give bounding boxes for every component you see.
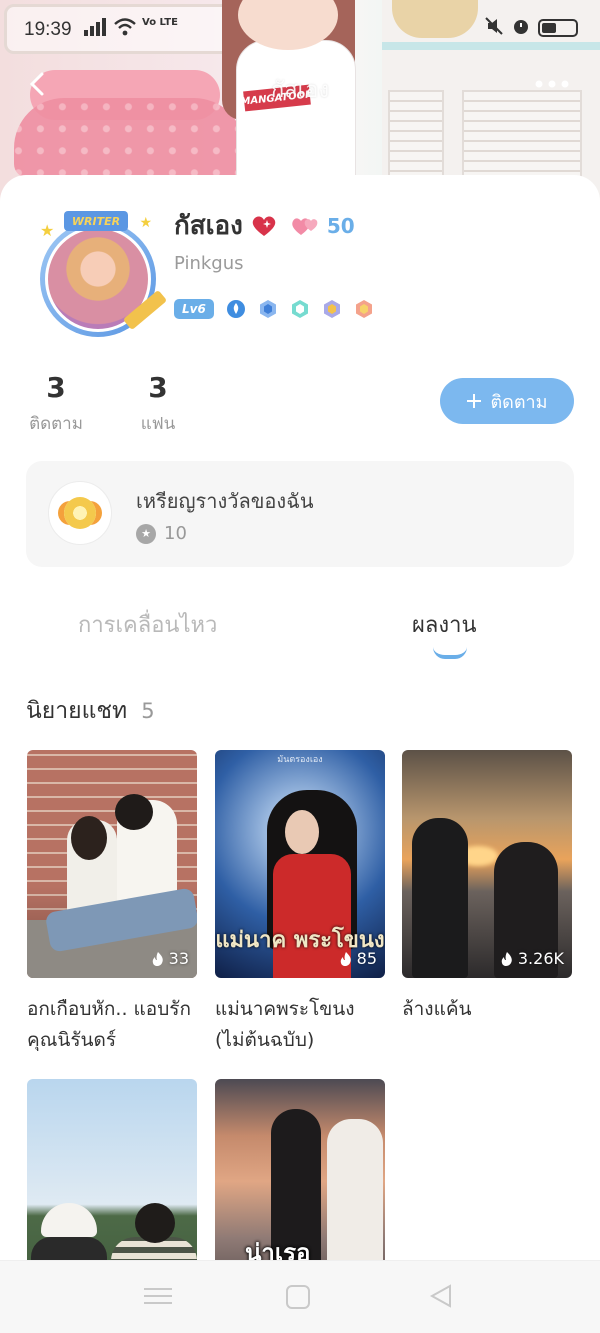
- tab-activity[interactable]: การเคลื่อนไหว: [78, 607, 217, 642]
- back-nav-button[interactable]: [428, 1283, 456, 1311]
- more-options-button[interactable]: [534, 70, 570, 95]
- star-icon: ★: [40, 221, 55, 240]
- fans-count: 3: [148, 371, 168, 404]
- flame-badge-icon[interactable]: [226, 299, 246, 319]
- flame-icon: [501, 951, 512, 966]
- cover-author-text: มันตรองเอง: [277, 755, 323, 765]
- status-icons-right: [484, 17, 578, 39]
- medals-title: เหรียญรางวัลของฉัน: [136, 489, 314, 513]
- orange-hex-badge-icon[interactable]: [354, 299, 374, 319]
- wifi-icon: [114, 18, 136, 40]
- header-title: กัสเอง: [270, 78, 330, 103]
- work-cover[interactable]: 3.26K: [402, 750, 572, 978]
- hearts-icon: [292, 217, 318, 235]
- following-stat[interactable]: 3 ติดตาม: [26, 371, 86, 437]
- name-row: กัสเอง 50: [174, 205, 355, 246]
- plus-icon: [467, 394, 482, 408]
- display-name: กัสเอง: [174, 211, 243, 241]
- work-cover[interactable]: มันตรองเอง แม่นาค พระโขนง 85: [215, 750, 385, 978]
- bed-decoration-base: [14, 98, 244, 178]
- medals-count: 10: [164, 523, 187, 544]
- signal-icon: [84, 18, 108, 40]
- level-badge[interactable]: Lv6: [174, 299, 214, 319]
- alarm-icon: [512, 17, 530, 39]
- work-item[interactable]: 3.26K ล้างแค้น: [402, 750, 572, 1025]
- username: Pinkgus: [174, 253, 244, 274]
- recent-apps-button[interactable]: [144, 1283, 172, 1311]
- home-button[interactable]: [286, 1285, 310, 1309]
- network-type: Vo LTE: [142, 17, 178, 28]
- badge-row: Lv6: [174, 299, 374, 319]
- purple-hex-badge-icon[interactable]: [322, 299, 342, 319]
- profile-card: WRITER ★ ★ กัสเอง 50 Pinkgus Lv6 3 ติดตา…: [0, 175, 600, 1307]
- work-title[interactable]: ล้างแค้น: [402, 994, 572, 1025]
- work-item[interactable]: 33 อกเกือบหัก.. แอบรักคุณนิรันดร์: [27, 750, 197, 1056]
- love-counter[interactable]: 50: [291, 214, 355, 238]
- sparkle-heart-icon: [251, 214, 277, 238]
- fans-stat[interactable]: 3 แฟน: [128, 371, 188, 437]
- work-title[interactable]: แม่นาคพระโขนง (ไม่ต้นฉบับ): [215, 994, 385, 1056]
- section-header: นิยายแชท 5: [26, 693, 155, 729]
- heat-indicator: 3.26K: [500, 949, 564, 968]
- work-item[interactable]: มันตรองเอง แม่นาค พระโขนง 85 แม่นาคพระโข…: [215, 750, 385, 1056]
- medals-count-row: ★ 10: [136, 523, 187, 544]
- following-label: ติดตาม: [29, 414, 83, 434]
- medals-card[interactable]: เหรียญรางวัลของฉัน ★ 10: [26, 461, 574, 567]
- profile-tabs: การเคลื่อนไหว ผลงาน: [0, 607, 600, 667]
- more-dots-icon: [535, 80, 569, 88]
- medal-icon: [48, 481, 112, 545]
- work-title[interactable]: อกเกือบหัก.. แอบรักคุณนิรันดร์: [27, 994, 197, 1056]
- system-nav-bar: [0, 1260, 600, 1333]
- section-title: นิยายแชท: [26, 698, 128, 724]
- status-bar: 19:39 Vo LTE: [0, 0, 600, 60]
- follow-button[interactable]: ติดตาม: [440, 378, 574, 424]
- star-icon: ★: [139, 215, 152, 231]
- avatar[interactable]: WRITER ★ ★: [30, 211, 168, 345]
- status-time: 19:39: [24, 19, 72, 40]
- writer-badge: WRITER: [64, 211, 128, 231]
- mute-icon: [484, 17, 504, 39]
- love-count: 50: [326, 213, 355, 238]
- heat-indicator: 85: [339, 949, 377, 968]
- status-icons-left: Vo LTE: [84, 18, 178, 40]
- heat-value: 3.26K: [517, 949, 564, 968]
- heat-value: 33: [168, 949, 189, 968]
- work-cover[interactable]: 33: [27, 750, 197, 978]
- tab-works[interactable]: ผลงาน: [412, 607, 477, 642]
- star-coin-icon: ★: [136, 523, 156, 544]
- following-count: 3: [46, 371, 66, 404]
- flame-icon: [152, 951, 163, 966]
- battery-icon: [538, 19, 578, 37]
- teal-hex-badge-icon[interactable]: [290, 299, 310, 319]
- blue-hex-badge-icon[interactable]: [258, 299, 278, 319]
- flame-icon: [340, 951, 351, 966]
- heat-value: 85: [356, 949, 377, 968]
- fans-label: แฟน: [140, 414, 176, 434]
- triangle-back-icon: [429, 1284, 451, 1308]
- active-tab-indicator: [433, 647, 467, 659]
- section-count: 5: [141, 699, 155, 723]
- stats-row: 3 ติดตาม 3 แฟน: [26, 371, 188, 437]
- follow-button-label: ติดตาม: [490, 391, 548, 413]
- heat-indicator: 33: [151, 949, 189, 968]
